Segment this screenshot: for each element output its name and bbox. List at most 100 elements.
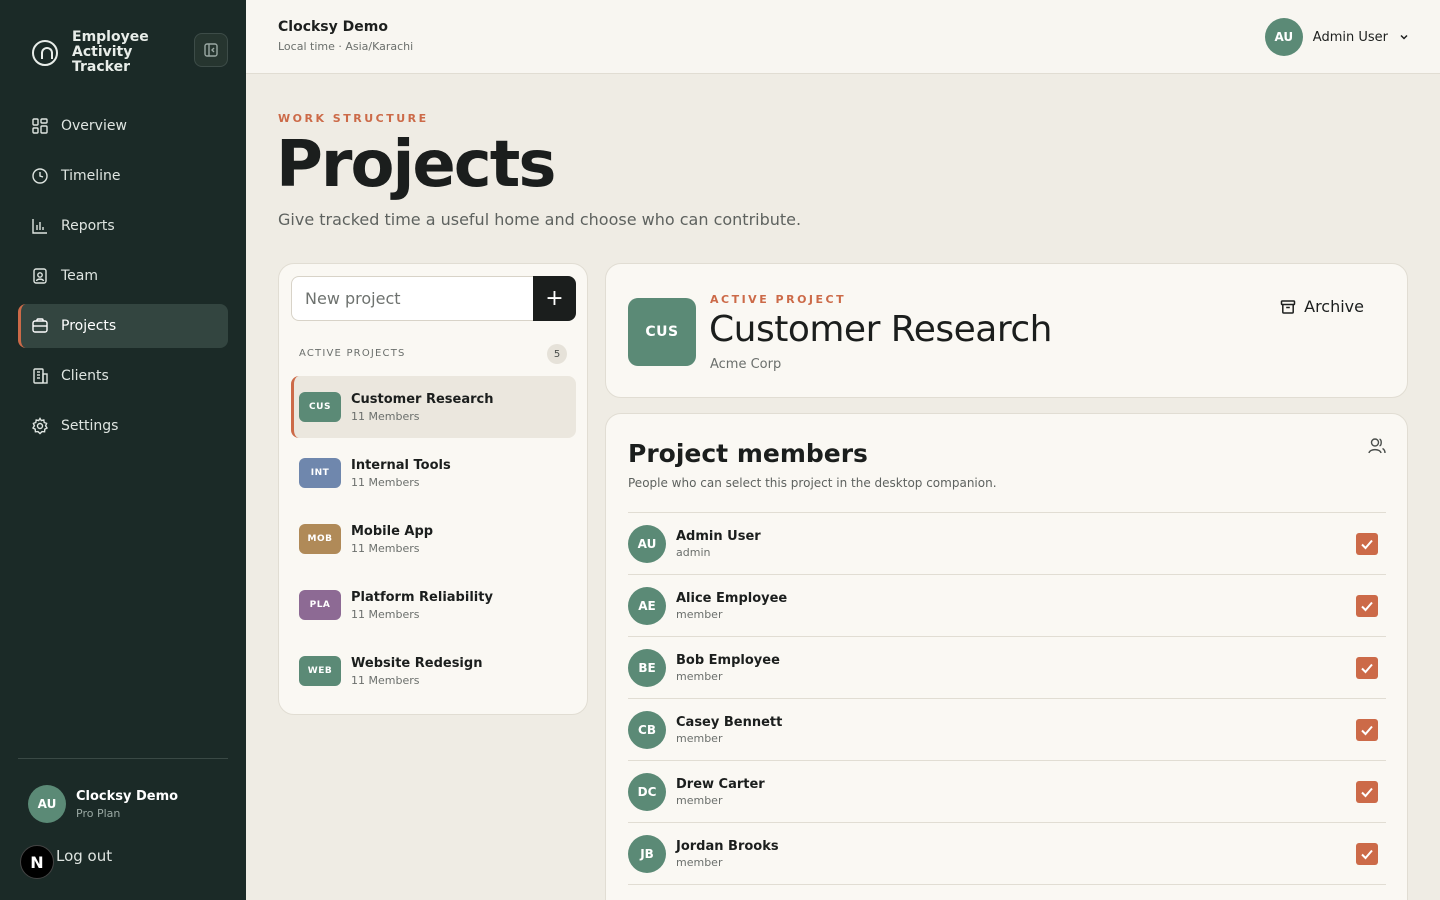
checkmark-icon xyxy=(1361,539,1373,550)
project-item-website-redesign[interactable]: WEB Website Redesign 11 Members xyxy=(291,640,576,702)
project-name: Internal Tools xyxy=(351,457,451,473)
members-subtitle: People who can select this project in th… xyxy=(628,476,997,490)
member-list: AU Admin User admin AE Alice Employee me… xyxy=(628,512,1386,885)
project-code-badge: CUS xyxy=(299,392,341,422)
project-member-count: 11 Members xyxy=(351,409,420,423)
sidebar-item-clients[interactable]: Clients xyxy=(18,354,228,398)
projects-icon xyxy=(32,318,48,333)
avatar: CB xyxy=(628,710,666,749)
member-row: AU Admin User admin xyxy=(628,513,1386,575)
project-code-badge: PLA xyxy=(299,590,341,620)
project-item-platform-reliability[interactable]: PLA Platform Reliability 11 Members xyxy=(291,574,576,636)
collapse-sidebar-button[interactable] xyxy=(194,33,228,67)
sidebar-user-name: Clocksy Demo xyxy=(76,788,179,804)
sidebar-item-timeline[interactable]: Timeline xyxy=(18,154,228,198)
project-item-mobile-app[interactable]: MOB Mobile App 11 Members xyxy=(291,508,576,570)
project-member-count: 11 Members xyxy=(351,541,420,555)
sidebar: Employee Activity Tracker Overview Timel… xyxy=(0,0,246,900)
avatar: AE xyxy=(628,586,666,625)
active-project-eyebrow: ACTIVE PROJECT xyxy=(710,293,847,306)
app-title: Employee Activity Tracker xyxy=(72,29,149,75)
active-project-card: CUS ACTIVE PROJECT Customer Research Acm… xyxy=(605,263,1408,398)
member-checkbox[interactable] xyxy=(1356,719,1378,741)
logout-button[interactable]: Log out xyxy=(56,847,112,865)
members-title: Project members xyxy=(628,439,868,468)
users-icon xyxy=(1368,438,1386,454)
project-count-badge: 5 xyxy=(547,344,567,364)
project-member-count: 11 Members xyxy=(351,475,420,489)
checkmark-icon xyxy=(1361,725,1373,736)
project-code-badge: MOB xyxy=(299,524,341,554)
sidebar-item-reports[interactable]: Reports xyxy=(18,204,228,248)
checkmark-icon xyxy=(1361,849,1373,860)
org-name: Clocksy Demo xyxy=(278,19,388,35)
topbar: Clocksy Demo Local time · Asia/Karachi A… xyxy=(246,0,1440,74)
member-name: Admin User xyxy=(676,528,761,544)
project-name: Website Redesign xyxy=(351,655,483,671)
checkmark-icon xyxy=(1361,663,1373,674)
avatar: AU xyxy=(628,524,666,563)
sidebar-item-label: Timeline xyxy=(61,168,121,184)
active-projects-label: ACTIVE PROJECTS xyxy=(299,348,406,359)
archive-label: Archive xyxy=(1304,297,1364,316)
archive-icon xyxy=(1280,299,1296,314)
member-name: Drew Carter xyxy=(676,776,765,792)
avatar: JB xyxy=(628,834,666,873)
sidebar-item-label: Reports xyxy=(61,218,115,234)
sidebar-item-settings[interactable]: Settings xyxy=(18,404,228,448)
sidebar-item-team[interactable]: Team xyxy=(18,254,228,298)
sidebar-item-label: Clients xyxy=(61,368,109,384)
member-name: Bob Employee xyxy=(676,652,780,668)
page-title: Projects xyxy=(276,128,556,202)
member-row: BE Bob Employee member xyxy=(628,637,1386,699)
member-name: Jordan Brooks xyxy=(676,838,779,854)
chevron-down-icon xyxy=(1400,34,1408,40)
sidebar-item-label: Settings xyxy=(61,418,119,434)
sidebar-divider xyxy=(18,758,228,759)
project-member-count: 11 Members xyxy=(351,673,420,687)
team-icon xyxy=(33,268,47,284)
sidebar-collapse-icon xyxy=(204,43,218,57)
sidebar-item-overview[interactable]: Overview xyxy=(18,104,228,148)
member-role: admin xyxy=(676,545,711,559)
new-project-input[interactable] xyxy=(291,276,534,321)
sidebar-user[interactable]: AU Clocksy Demo Pro Plan xyxy=(28,785,178,823)
member-checkbox[interactable] xyxy=(1356,657,1378,679)
sidebar-item-label: Overview xyxy=(61,118,127,134)
project-name: Mobile App xyxy=(351,523,434,539)
add-project-button[interactable]: + xyxy=(533,276,576,321)
dev-tools-badge[interactable]: N xyxy=(20,845,54,879)
brand[interactable]: Employee Activity Tracker xyxy=(32,30,192,75)
member-checkbox[interactable] xyxy=(1356,781,1378,803)
sidebar-user-plan: Pro Plan xyxy=(76,806,121,820)
brand-logo-icon xyxy=(32,39,58,66)
user-name: Admin User xyxy=(1312,29,1388,45)
active-project-client: Acme Corp xyxy=(710,357,782,372)
building-icon xyxy=(33,368,48,384)
sidebar-item-label: Projects xyxy=(61,318,117,334)
user-menu[interactable]: AU Admin User xyxy=(1264,18,1410,56)
member-row: JB Jordan Brooks member xyxy=(628,823,1386,885)
active-project-code-badge: CUS xyxy=(628,298,696,366)
member-checkbox[interactable] xyxy=(1356,843,1378,865)
member-role: member xyxy=(676,607,723,621)
project-member-count: 11 Members xyxy=(351,607,420,621)
project-item-customer-research[interactable]: CUS Customer Research 11 Members xyxy=(291,376,576,438)
project-code-badge: INT xyxy=(299,458,341,488)
project-list: CUS Customer Research 11 Members INT Int… xyxy=(291,376,576,706)
member-row: CB Casey Bennett member xyxy=(628,699,1386,761)
clock-icon xyxy=(32,168,48,184)
active-project-title: Customer Research xyxy=(709,309,1052,350)
member-role: member xyxy=(676,855,723,869)
gear-icon xyxy=(32,417,48,435)
member-row: AE Alice Employee member xyxy=(628,575,1386,637)
project-name: Platform Reliability xyxy=(351,589,493,605)
member-checkbox[interactable] xyxy=(1356,595,1378,617)
project-item-internal-tools[interactable]: INT Internal Tools 11 Members xyxy=(291,442,576,504)
grid-icon xyxy=(32,118,48,134)
member-checkbox[interactable] xyxy=(1356,533,1378,555)
archive-button[interactable]: Archive xyxy=(1280,297,1364,316)
project-members-card: Project members People who can select th… xyxy=(605,413,1408,900)
page-subtitle: Give tracked time a useful home and choo… xyxy=(278,210,802,229)
sidebar-item-projects[interactable]: Projects xyxy=(18,304,228,348)
